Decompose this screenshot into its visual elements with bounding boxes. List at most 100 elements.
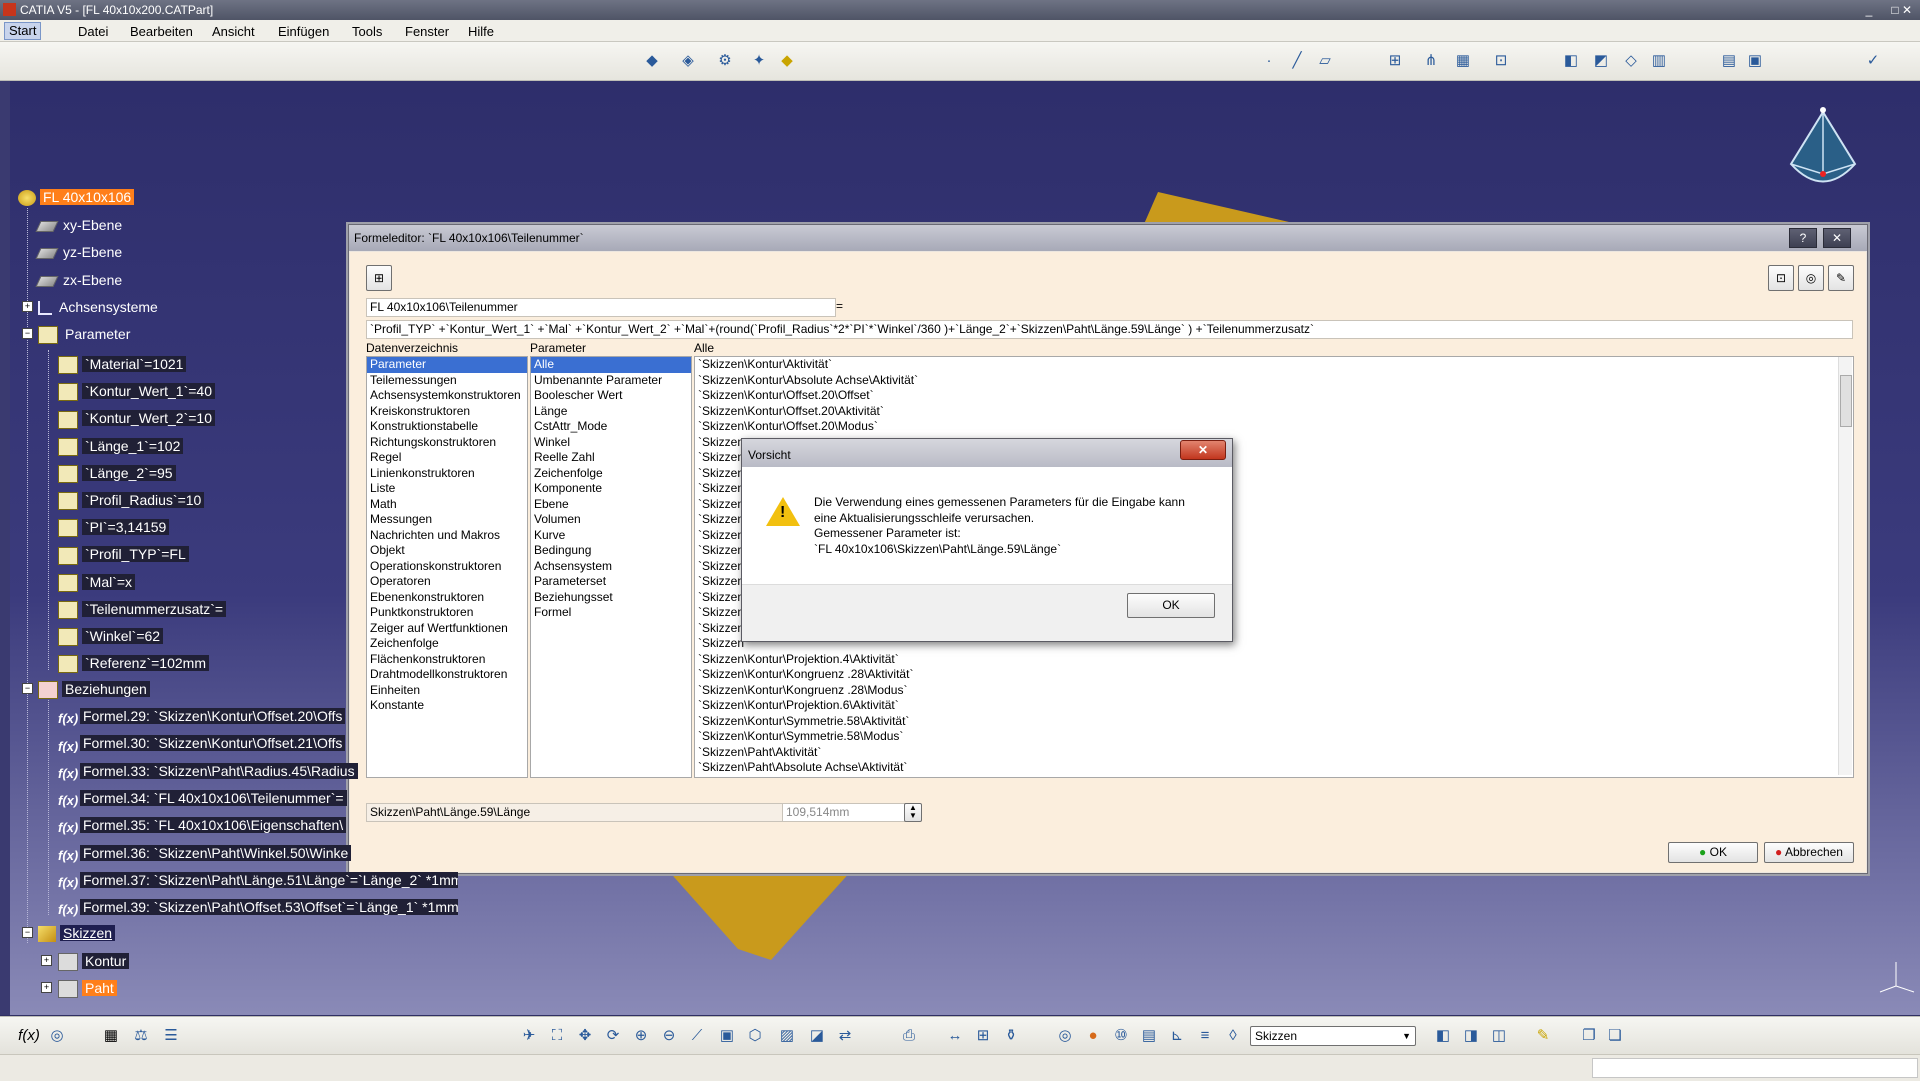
zoom-in-icon[interactable]: ⊕ (630, 1025, 652, 1047)
list-item[interactable]: Länge (531, 404, 691, 420)
close-window-button[interactable]: ✕ (1896, 2, 1918, 18)
distance-icon[interactable]: ↔ (944, 1025, 966, 1047)
fly-icon[interactable]: ✈ (518, 1025, 540, 1047)
expand-toggle[interactable]: + (22, 301, 33, 312)
list-item[interactable]: `Skizzen\Paht\Aktivität` (695, 745, 1853, 761)
list-item[interactable]: Ebene (531, 497, 691, 513)
plane-select-icon[interactable]: ◊ (1222, 1025, 1244, 1047)
view-icon[interactable]: ▣ (1744, 50, 1766, 72)
list-item[interactable]: Einheiten (367, 683, 527, 699)
multi-view-icon[interactable]: ▣ (716, 1025, 738, 1047)
list-item[interactable]: Konstante (367, 698, 527, 714)
list-item[interactable]: Achsensystemkonstruktoren (367, 388, 527, 404)
list-item[interactable]: Zeiger auf Wertfunktionen (367, 621, 527, 637)
tree-parameter-item[interactable]: `Teilenummerzusatz`= (58, 599, 227, 620)
shading-icon[interactable]: ▨ (776, 1025, 798, 1047)
fill-icon[interactable]: ◩ (1590, 50, 1612, 72)
list-item[interactable]: Regel (367, 450, 527, 466)
hide-show-icon[interactable]: ◪ (806, 1025, 828, 1047)
value-spinner[interactable]: ▲ ▼ (904, 803, 922, 822)
list-item[interactable]: Richtungskonstruktoren (367, 435, 527, 451)
part-design-icon[interactable]: ◆ (641, 50, 663, 72)
list-item[interactable]: Bedingung (531, 543, 691, 559)
publish-icon[interactable]: ❏ (1604, 1025, 1626, 1047)
expand-toggle[interactable]: + (41, 955, 52, 966)
list-item[interactable]: `Skizzen\Kontur\Kongruenz .28\Aktivität` (695, 667, 1853, 683)
shaft-icon[interactable]: ◫ (1488, 1025, 1510, 1047)
list-item[interactable]: Liste (367, 481, 527, 497)
layer-icon[interactable]: ≡ (1194, 1025, 1216, 1047)
selection-mode-icon[interactable]: ⊡ (1768, 265, 1794, 291)
tree-sketches[interactable]: Skizzen (38, 923, 116, 943)
section-icon[interactable]: ▤ (1138, 1025, 1160, 1047)
list-item[interactable]: `Skizzen\Kontur\Projektion.6\Aktivität` (695, 698, 1853, 714)
tree-sketch-kontur[interactable]: Kontur (58, 951, 130, 972)
menu-datei[interactable]: Datei (78, 24, 108, 39)
snap-icon[interactable]: ⊡ (1490, 50, 1512, 72)
zoom-out-icon[interactable]: ⊖ (658, 1025, 680, 1047)
layout-icon[interactable]: ▤ (1718, 50, 1740, 72)
list-item[interactable]: `Skizzen\Paht\Absolute Achse\Aktivität` (695, 760, 1853, 776)
eraser-icon[interactable]: ◇ (1620, 50, 1642, 72)
tree-plane-yz[interactable]: yz-Ebene (35, 242, 125, 262)
pad-icon[interactable]: ◧ (1432, 1025, 1454, 1047)
constraint-icon[interactable]: ✦ (748, 50, 770, 72)
collapse-toggle[interactable]: − (22, 683, 33, 694)
list-item[interactable]: Formel (531, 605, 691, 621)
swap-icon[interactable]: ⇄ (834, 1025, 856, 1047)
tree-axis-systems[interactable]: Achsensysteme (38, 297, 161, 317)
selected-value-field[interactable]: 109,514mm (782, 803, 907, 822)
tree-parameter-item[interactable]: `Mal`=x (58, 572, 136, 592)
knowledge-icon[interactable]: ◎ (46, 1025, 68, 1047)
tree-parameter-item[interactable]: `Kontur_Wert_2`=10 (58, 408, 215, 429)
tree-parameters[interactable]: Parameter (38, 324, 133, 345)
workbench-select[interactable]: Skizzen ▼ (1250, 1026, 1416, 1046)
list-item[interactable]: Alle (531, 357, 691, 373)
assembly-icon[interactable]: ⚙ (714, 50, 736, 72)
tree-root[interactable]: FL 40x10x106 (18, 187, 135, 207)
line-icon[interactable]: ╱ (1286, 50, 1308, 72)
menu-einfuegen[interactable]: Einfügen (278, 24, 329, 39)
list-item[interactable]: Zeichenfolge (531, 466, 691, 482)
list-item[interactable]: Kurve (531, 528, 691, 544)
scale-icon[interactable]: ⑩ (1110, 1025, 1132, 1047)
list-item[interactable]: `Skizzen\Kontur\Aktivität` (695, 357, 1853, 373)
list-item[interactable]: Boolescher Wert (531, 388, 691, 404)
list-item[interactable]: `Skizzen\Kontur\Offset.20\Offset` (695, 388, 1853, 404)
normal-view-icon[interactable]: ⟋ (686, 1025, 708, 1047)
tree-formula-item[interactable]: f(x) Formel.39: `Skizzen\Paht\Offset.53\O… (58, 897, 458, 917)
list-item[interactable]: Teilemessungen (367, 373, 527, 389)
list-item[interactable]: Flächenkonstruktoren (367, 652, 527, 668)
scrollbar-thumb[interactable] (1840, 375, 1852, 427)
formula-input[interactable]: `Profil_TYP` +`Kontur_Wert_1` +`Mal` +`K… (366, 320, 1853, 339)
check-icon[interactable]: ☰ (160, 1025, 182, 1047)
analysis-icon[interactable]: ⋔ (1420, 50, 1442, 72)
list-item[interactable]: Math (367, 497, 527, 513)
pan-icon[interactable]: ✥ (574, 1025, 596, 1047)
tree-parameter-item[interactable]: `Profil_Radius`=10 (58, 490, 205, 511)
members-scrollbar[interactable] (1838, 357, 1852, 775)
apply-material-icon[interactable]: ● (1082, 1025, 1104, 1047)
list-item[interactable]: Operatoren (367, 574, 527, 590)
list-item[interactable]: Komponente (531, 481, 691, 497)
surface-icon[interactable]: ◧ (1560, 50, 1582, 72)
list-item[interactable]: `Skizzen\Kontur\Offset.20\Aktivität` (695, 404, 1853, 420)
tree-plane-zx[interactable]: zx-Ebene (35, 270, 125, 290)
menu-start[interactable]: Start (4, 22, 42, 40)
target-parameter-field[interactable]: FL 40x10x106\Teilenummer (366, 298, 836, 317)
catalog-icon[interactable]: ❐ (1578, 1025, 1600, 1047)
tree-parameter-item[interactable]: `Kontur_Wert_1`=40 (58, 381, 215, 402)
rotate-icon[interactable]: ⟳ (602, 1025, 624, 1047)
list-item[interactable]: Parameterset (531, 574, 691, 590)
parameter-type-listbox[interactable]: Alle Umbenannte Parameter Boolescher Wert L… (530, 356, 692, 778)
tree-parameter-item[interactable]: `Länge_1`=102 (58, 436, 184, 456)
list-item[interactable]: Punktkonstruktoren (367, 605, 527, 621)
menu-bearbeiten[interactable]: Bearbeiten (130, 24, 193, 39)
tree-parameter-item[interactable]: `Länge_2`=95 (58, 463, 176, 484)
fx-icon[interactable]: f(x) (18, 1025, 40, 1047)
tree-plane-xy[interactable]: xy-Ebene (35, 215, 125, 235)
dictionary-listbox[interactable]: Parameter Teilemessungen Achsensystemkonst… (366, 356, 528, 778)
pocket-icon[interactable]: ◨ (1460, 1025, 1482, 1047)
cancel-button[interactable]: ● Abbrechen (1764, 842, 1854, 863)
book-icon[interactable]: ▥ (1648, 50, 1670, 72)
